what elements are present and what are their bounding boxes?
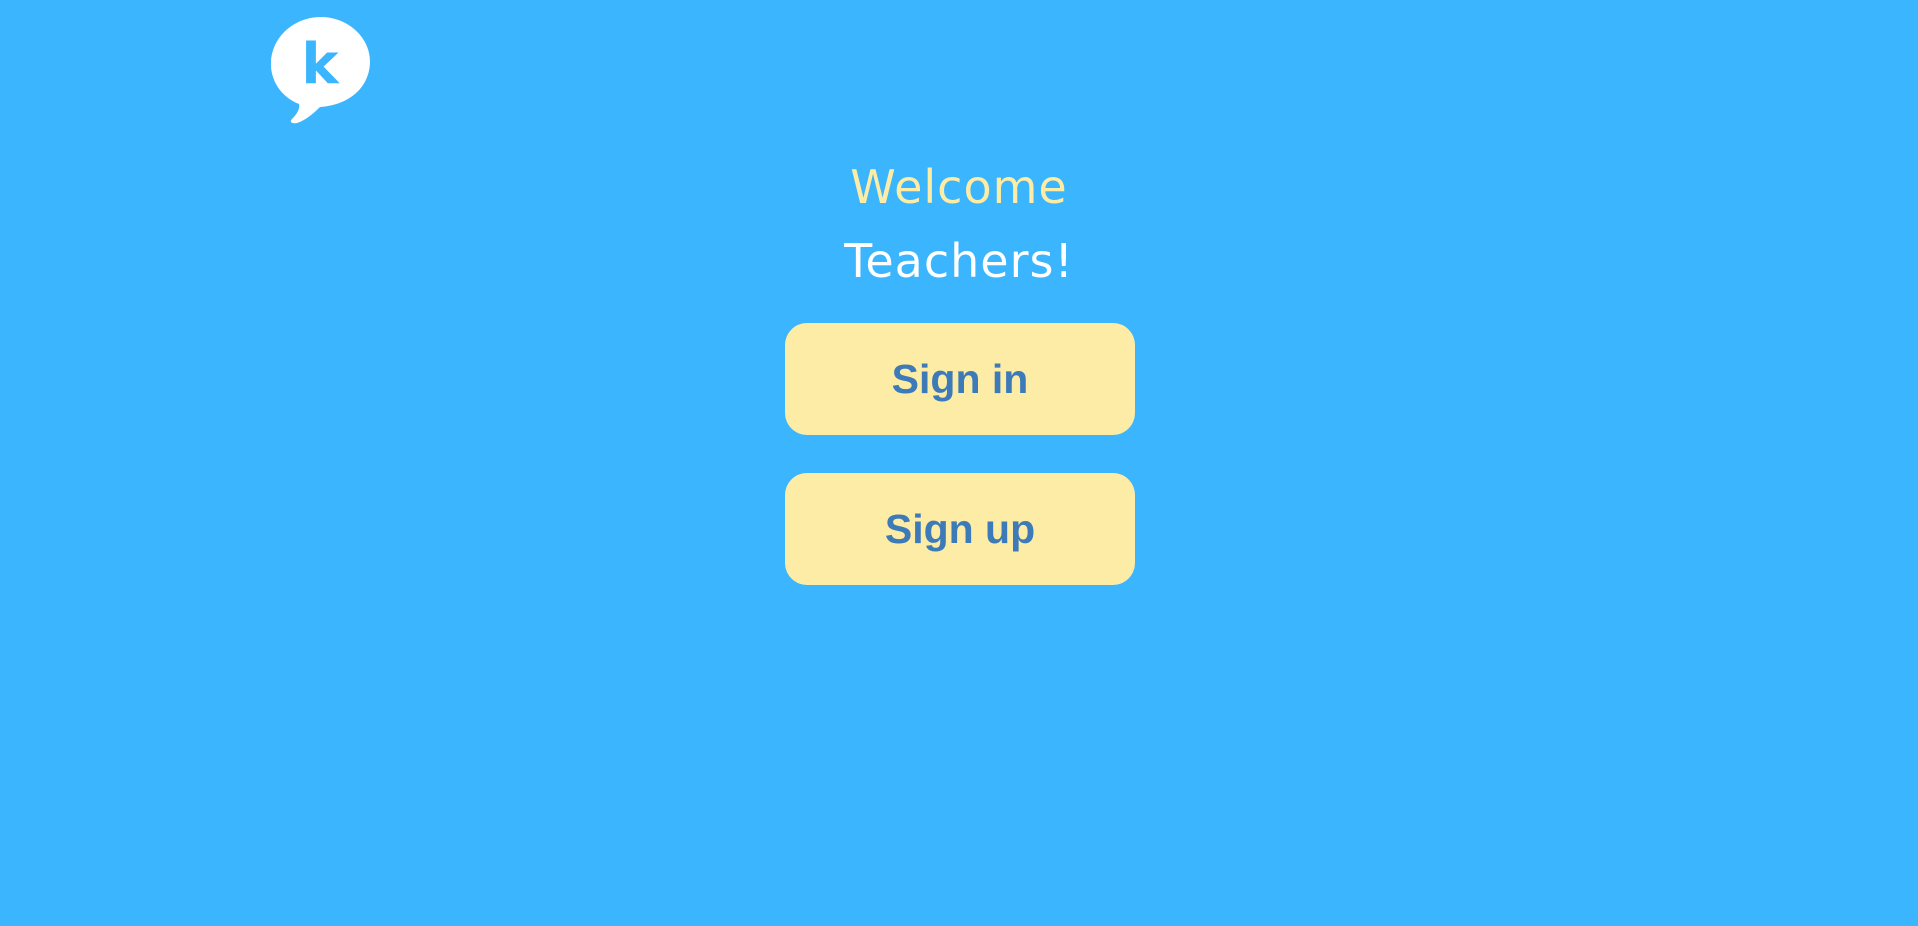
app-logo[interactable]: k [270,17,372,125]
sign-up-button[interactable]: Sign up [785,473,1135,585]
welcome-heading: Welcome Teachers! [0,150,1918,298]
logo-letter: k [301,32,340,97]
welcome-title: Welcome [850,160,1068,214]
speech-bubble-logo-icon: k [270,17,371,124]
sign-in-button[interactable]: Sign in [785,323,1135,435]
welcome-subtitle: Teachers! [844,234,1074,288]
